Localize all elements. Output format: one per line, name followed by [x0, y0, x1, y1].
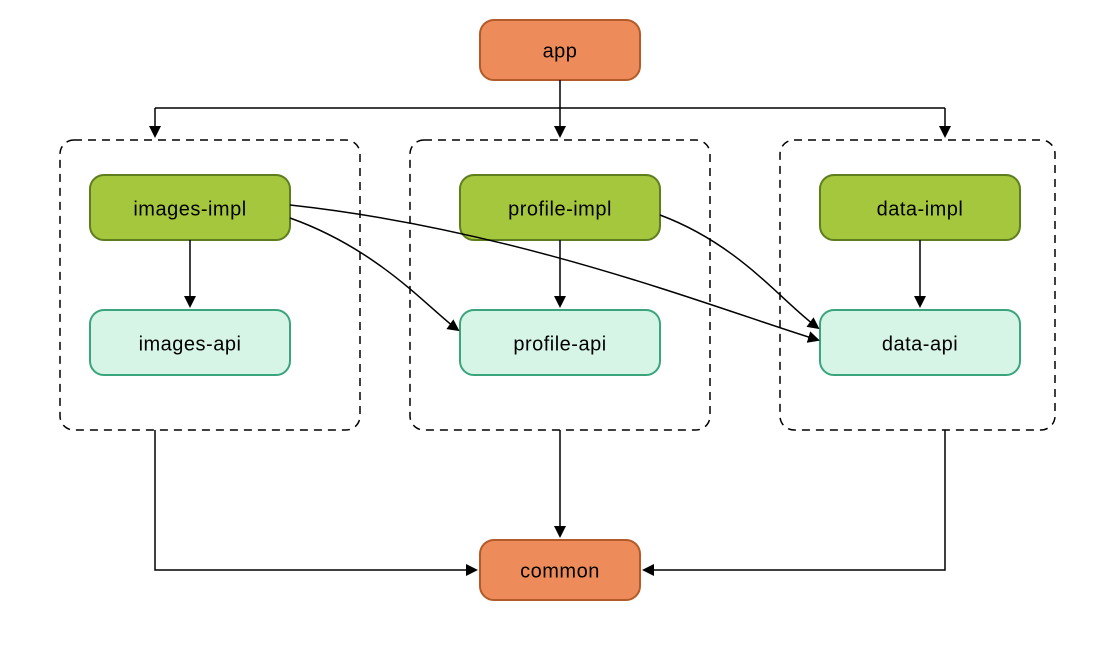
node-app: app — [480, 20, 640, 80]
node-images-api: images-api — [90, 310, 290, 375]
edge-data-to-common — [644, 430, 945, 570]
node-data-api: data-api — [820, 310, 1020, 375]
node-data-impl-label: data-impl — [877, 198, 964, 220]
node-app-label: app — [543, 40, 578, 62]
node-common: common — [480, 540, 640, 600]
edge-images-to-common — [155, 430, 476, 570]
edge-profile-impl-to-data-api — [660, 215, 818, 328]
node-data-impl: data-impl — [820, 175, 1020, 240]
node-images-impl: images-impl — [90, 175, 290, 240]
node-images-api-label: images-api — [139, 333, 242, 355]
node-profile-api: profile-api — [460, 310, 660, 375]
node-profile-impl: profile-impl — [460, 175, 660, 240]
node-data-api-label: data-api — [882, 333, 958, 355]
node-profile-impl-label: profile-impl — [508, 198, 612, 220]
node-images-impl-label: images-impl — [133, 198, 246, 220]
node-common-label: common — [520, 560, 600, 582]
dependency-diagram: app images-impl images-api profile-impl … — [0, 0, 1104, 657]
edge-images-impl-to-profile-api — [290, 218, 458, 330]
node-profile-api-label: profile-api — [513, 333, 606, 355]
